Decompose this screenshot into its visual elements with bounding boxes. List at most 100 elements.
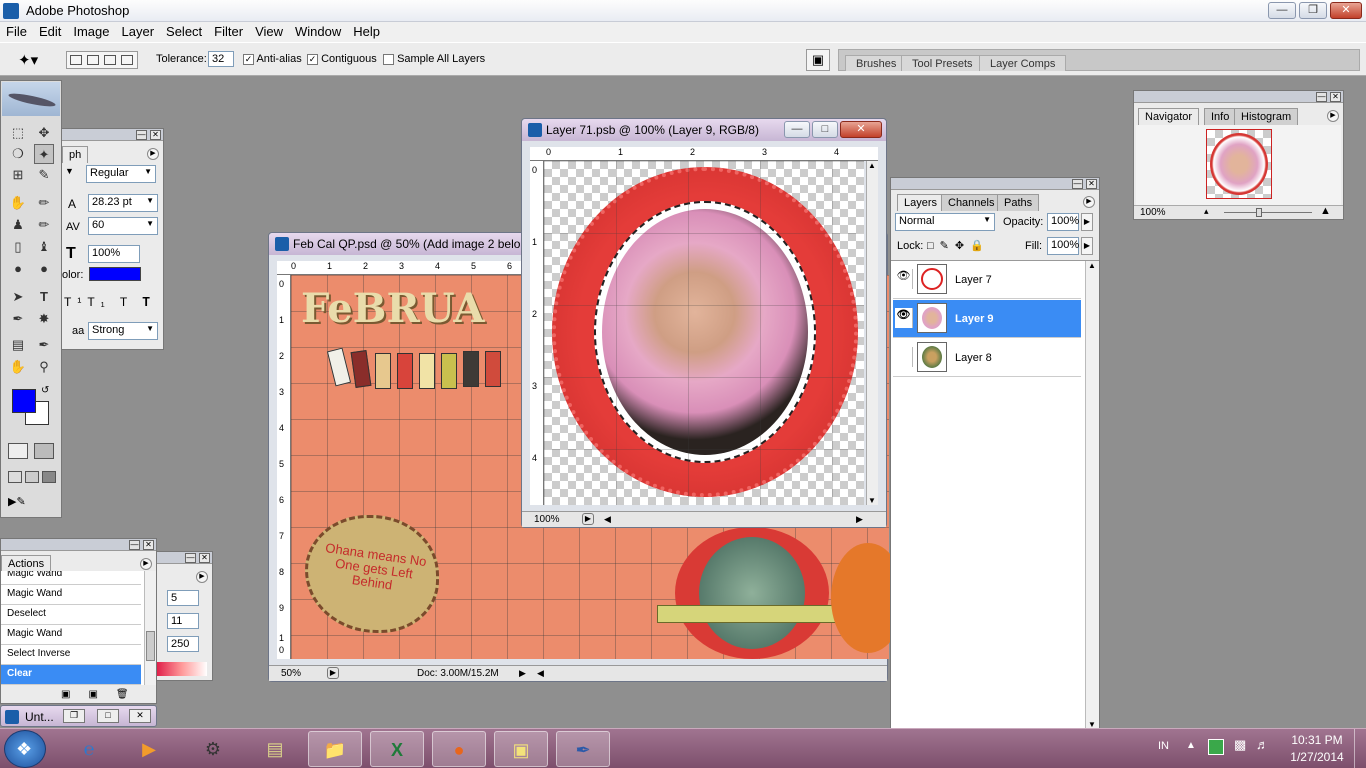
clone-stamp-icon[interactable]: ♟ [8,215,28,235]
opacity-arrow-icon[interactable]: ▶ [1081,213,1093,231]
canvas-layer71[interactable] [544,161,864,505]
new-selection-icon[interactable] [70,55,82,65]
menu-file[interactable]: File [0,22,33,39]
eye-icon[interactable]: 👁 [895,308,913,328]
eye-icon[interactable]: 👁 [895,269,913,289]
tab-actions[interactable]: Actions [1,555,52,572]
foreground-color-swatch[interactable] [12,389,36,413]
contiguous-checkbox[interactable]: ✓ Contiguous [307,53,377,65]
status-menu-icon[interactable]: ▶ [327,667,339,679]
tab-paragraph[interactable]: ph [62,146,89,163]
scroll-down-icon[interactable]: ▼ [868,496,876,505]
brush-tool-icon[interactable]: ✏ [34,193,54,213]
leading-input[interactable]: 28.23 pt ▼ [88,194,158,212]
menu-filter[interactable]: Filter [208,22,249,39]
layer-row-layer8[interactable]: Layer 8 [893,339,1081,377]
scroll-up-icon[interactable]: ▲ [868,161,876,170]
menu-image[interactable]: Image [67,22,115,39]
doc-maximize-button[interactable]: □ [812,121,838,138]
tracking-input[interactable]: 60 ▼ [88,217,158,235]
sample-all-check-icon[interactable] [383,53,394,65]
notes-tool-icon[interactable]: ▤ [8,335,28,355]
tab-paths[interactable]: Paths [997,194,1040,211]
jump-to-imageready-icon[interactable]: ▶✎ [8,495,56,511]
magic-wand-tool-icon[interactable]: ✦ [34,144,54,164]
panel-close-icon[interactable]: ✕ [1086,179,1097,189]
panel-close-icon[interactable]: ✕ [150,130,161,140]
network-icon[interactable]: ▩ [1234,737,1246,753]
panel-menu-icon[interactable]: ▶ [147,148,159,160]
hand-tool-icon[interactable]: ✋ [8,357,28,377]
zoom-out-icon[interactable]: ▴ [1204,206,1209,217]
zoom-slider-thumb[interactable] [1256,208,1262,217]
actions-scroll-thumb[interactable] [146,631,155,661]
layer-row-layer9[interactable]: 👁 Layer 9 [893,300,1081,338]
minimized-document[interactable]: Unt... ❐ □ ✕ [0,705,157,727]
color-value-b[interactable]: 250 [167,636,199,652]
intersect-selection-icon[interactable] [121,55,133,65]
pen-tool-icon[interactable]: ✒ [8,309,28,329]
folder-icon[interactable]: 📁 [308,731,362,767]
status-arrow-icon[interactable]: ▶ [519,668,526,679]
eyedropper-icon[interactable]: ✒ [34,335,54,355]
subtract-selection-icon[interactable] [104,55,116,65]
palette-tab-brushes[interactable]: Brushes [845,55,908,71]
media-player-icon[interactable]: ▶ [122,731,176,767]
action-item[interactable]: Magic Wand [1,625,141,645]
restore-icon[interactable]: ❐ [63,709,85,723]
contiguous-check-icon[interactable]: ✓ [307,53,318,65]
menu-select[interactable]: Select [160,22,208,39]
action-item[interactable]: Select Inverse [1,645,141,665]
add-selection-icon[interactable] [87,55,99,65]
menu-help[interactable]: Help [347,22,386,39]
feather-logo-icon[interactable] [2,82,60,116]
photoshop-taskbar-icon[interactable]: ✒ [556,731,610,767]
type-tool-icon[interactable]: T [34,287,54,307]
color-value-r[interactable]: 5 [167,590,199,606]
actions-footer-buttons[interactable]: ▣▣🗑 [61,689,147,700]
panel-menu-icon[interactable]: ▶ [140,558,152,570]
navigator-zoom[interactable]: 100% [1140,207,1166,218]
eraser-tool-icon[interactable]: ▯ [8,237,28,257]
tab-layers[interactable]: Layers [897,194,945,211]
blend-mode-select[interactable]: Normal ▼ [895,213,995,231]
paint-bucket-icon[interactable]: ♝ [34,237,54,257]
tab-navigator[interactable]: Navigator [1138,108,1200,125]
screen-mode-standard-icon[interactable] [8,471,22,483]
screen-mode-full-menu-icon[interactable] [25,471,39,483]
horizontal-ruler[interactable]: 0 1 2 3 4 [530,147,878,161]
tray-expand-icon[interactable]: ▲ [1186,740,1196,751]
panel-close-icon[interactable]: ✕ [143,540,154,550]
tab-info[interactable]: Info [1204,108,1237,125]
lock-icons[interactable]: □✎✥🔒 [927,239,990,252]
sticky-notes-icon[interactable]: ▣ [494,731,548,767]
vertical-scrollbar[interactable]: ▲ ▼ [866,161,878,505]
zoom-tool-icon[interactable]: ⚲ [34,357,54,377]
excel-icon[interactable]: X [370,731,424,767]
healing-brush-icon[interactable]: ✋ [8,193,28,213]
panel-close-icon[interactable]: ✕ [1330,92,1341,102]
text-color-swatch[interactable] [89,267,141,281]
path-selection-icon[interactable]: ➤ [8,287,28,307]
volume-icon[interactable]: ♬ [1256,737,1269,752]
close-button[interactable]: ✕ [1330,2,1362,19]
antialias-check-icon[interactable]: ✓ [243,53,254,65]
doc-close-button[interactable]: ✕ [840,121,882,138]
system-tool-icon[interactable]: ⚙ [186,731,240,767]
show-desktop-button[interactable] [1354,729,1366,768]
move-tool-icon[interactable]: ✥ [34,123,54,143]
marquee-tool-icon[interactable]: ⬚ [8,123,28,143]
close-icon[interactable]: ✕ [129,709,151,723]
fill-input[interactable]: 100% [1047,237,1079,255]
color-value-g[interactable]: 11 [167,613,199,629]
navigator-thumbnail[interactable] [1206,129,1272,199]
maximize-icon[interactable]: □ [97,709,119,723]
scroll-left-icon[interactable]: ◀ [604,514,611,525]
menu-edit[interactable]: Edit [33,22,67,39]
panel-close-icon[interactable]: ✕ [199,553,210,563]
palette-tab-layer-comps[interactable]: Layer Comps [979,55,1067,71]
blur-tool-icon[interactable]: ● [8,259,28,279]
action-item[interactable]: Magic Wand [1,571,141,585]
selection-mode-buttons[interactable] [66,51,138,69]
navigator-preview-area[interactable] [1136,125,1341,205]
